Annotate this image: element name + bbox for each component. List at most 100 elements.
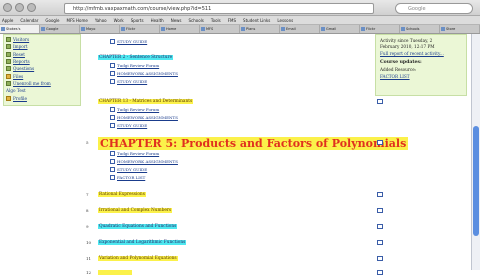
bookmark-item[interactable]: Student Links	[243, 18, 270, 23]
tab[interactable]: Flickr	[360, 25, 400, 33]
bookmark-item[interactable]: Apple	[2, 18, 13, 23]
bookmark-item[interactable]: Health	[151, 18, 164, 23]
topic-number: 5	[86, 140, 89, 145]
right-sidebar: Activity since Tuesday, 2 February 2010,…	[375, 34, 467, 270]
tab[interactable]: Flickr	[120, 25, 160, 33]
topic-title: CHAPTER 13 - Matrices and Determinants	[98, 99, 194, 104]
sidebar-item-files[interactable]: Files	[6, 72, 78, 79]
topic-title: Quadratic Equations and Functions	[98, 224, 178, 229]
scrollbar-thumb[interactable]	[473, 126, 479, 236]
forward-button[interactable]	[15, 3, 24, 12]
homework-link[interactable]: HOMEWORK ASSIGNMENTS	[110, 71, 178, 76]
sidebar-item-visitors[interactable]: Visitors	[6, 36, 78, 43]
course-topics: STUDY GUIDE CHAPTER 2 - Sentence Structu…	[84, 34, 409, 275]
browser-toolbar: http://mfmb.vaxpaxmath.com/course/view.p…	[0, 0, 480, 16]
bookmark-item[interactable]: Google	[45, 18, 59, 23]
topic-number: 7	[86, 192, 89, 197]
homework-link[interactable]: HOMEWORK ASSIGNMENTS	[110, 115, 178, 120]
forum-link[interactable]: Tudgi Review Forum	[110, 151, 159, 156]
topic-title: CHAPTER 2 - Sentence Structure	[98, 55, 174, 60]
study-guide-link[interactable]: STUDY GUIDE	[110, 39, 147, 44]
page-icon	[6, 51, 11, 57]
forum-link[interactable]: Tudgi Review Forum	[110, 63, 159, 68]
bookmark-item[interactable]: Tools	[211, 18, 221, 23]
document-icon	[110, 39, 115, 44]
folder-icon	[6, 73, 11, 79]
sidebar-item-profile[interactable]: Profile	[6, 94, 78, 101]
factor-list-link[interactable]: FACTOR LIST	[110, 175, 145, 180]
tab-strip: Stokes's Google Mayo Flickr Home MFS Pla…	[0, 25, 480, 34]
document-icon	[110, 123, 115, 128]
url-field[interactable]: http://mfmb.vaxpaxmath.com/course/view.p…	[64, 3, 374, 14]
tab[interactable]: Email	[280, 25, 320, 33]
tab[interactable]: Gmail	[320, 25, 360, 33]
document-icon	[110, 79, 115, 84]
reload-button[interactable]	[27, 3, 36, 12]
left-sidebar: Visitors Import Reset Reports Questions …	[0, 34, 84, 270]
document-icon	[110, 175, 115, 180]
bookmark-item[interactable]: News	[171, 18, 182, 23]
topic-title: Rational Expressions	[98, 192, 146, 197]
bookmarks-bar: Apple Calendar Google MFS Home Yahoo Wor…	[0, 16, 480, 25]
topic-number: 8	[86, 208, 89, 213]
bookmark-item[interactable]: Calendar	[20, 18, 38, 23]
factor-list-resource-link[interactable]: FACTOR LIST	[380, 74, 462, 79]
study-guide-link[interactable]: STUDY GUIDE	[110, 167, 147, 172]
page-icon	[6, 59, 11, 65]
back-button[interactable]	[3, 3, 12, 12]
document-icon	[110, 71, 115, 76]
topic-title: Irrational and Complex Numbers	[98, 208, 173, 213]
sidebar-item-import[interactable]: Import	[6, 43, 78, 50]
page-icon	[6, 37, 11, 43]
sidebar-item-unenroll[interactable]: Unenroll me from	[6, 80, 78, 87]
homework-link[interactable]: HOMEWORK ASSIGNMENTS	[110, 159, 178, 164]
document-icon	[110, 115, 115, 120]
page-icon	[6, 80, 11, 86]
added-resource-label: Added Resource:	[380, 67, 417, 73]
topic-number: 9	[86, 224, 89, 229]
bookmark-item[interactable]: Work	[114, 18, 124, 23]
page-icon	[6, 44, 11, 50]
topic-number: 12	[86, 270, 92, 275]
activity-since: Activity since Tuesday, 2	[380, 38, 433, 43]
course-updates-heading: Course updates:	[380, 59, 422, 65]
document-icon	[110, 167, 115, 172]
forum-icon	[110, 63, 115, 68]
administration-block: Visitors Import Reset Reports Questions …	[3, 34, 81, 106]
sidebar-item-algo-test[interactable]: Algo Test	[6, 87, 78, 94]
sidebar-item-reset[interactable]: Reset	[6, 51, 78, 58]
bookmark-item[interactable]: MFS Home	[67, 18, 88, 23]
sidebar-item-questions[interactable]: Questions	[6, 65, 78, 72]
tab[interactable]: Schools	[400, 25, 440, 33]
bookmark-item[interactable]: Sports	[131, 18, 144, 23]
page-icon	[6, 66, 11, 72]
topic-title: Variation and Polynomial Equations	[98, 256, 178, 261]
forum-link[interactable]: Tudgi Review Forum	[110, 107, 159, 112]
bookmark-item[interactable]: Schools	[189, 18, 204, 23]
topic-title: Exponential and Logarithmic Functions	[98, 240, 187, 245]
vertical-scrollbar[interactable]	[471, 34, 480, 270]
tab[interactable]: Home	[160, 25, 200, 33]
tab[interactable]: Plans	[240, 25, 280, 33]
recent-activity-block: Activity since Tuesday, 2 February 2010,…	[375, 34, 467, 96]
topic-title: CHAPTER 5: Products and Factors of Polyn…	[98, 137, 409, 150]
activity-date: February 2010, 12:17 PM	[380, 44, 435, 50]
forum-icon	[110, 151, 115, 156]
sidebar-item-reports[interactable]: Reports	[6, 58, 78, 65]
tab[interactable]: Stokes's	[0, 25, 40, 33]
bookmark-item[interactable]: Lessons	[277, 18, 293, 23]
forum-icon	[110, 107, 115, 112]
profile-icon	[6, 95, 11, 101]
tab[interactable]: Mayo	[80, 25, 120, 33]
toggle-icon[interactable]	[377, 270, 383, 275]
bookmark-item[interactable]: Yahoo	[95, 18, 107, 23]
tab[interactable]: MFS	[200, 25, 240, 33]
tab[interactable]: Store	[440, 25, 480, 33]
full-report-link[interactable]: Full report of recent activity...	[380, 51, 462, 56]
topic-number: 10	[86, 240, 92, 245]
bookmark-item[interactable]: FMS	[228, 18, 236, 23]
study-guide-link[interactable]: STUDY GUIDE	[110, 123, 147, 128]
tab[interactable]: Google	[40, 25, 80, 33]
study-guide-link[interactable]: STUDY GUIDE	[110, 79, 147, 84]
search-field[interactable]: Google	[395, 3, 473, 14]
